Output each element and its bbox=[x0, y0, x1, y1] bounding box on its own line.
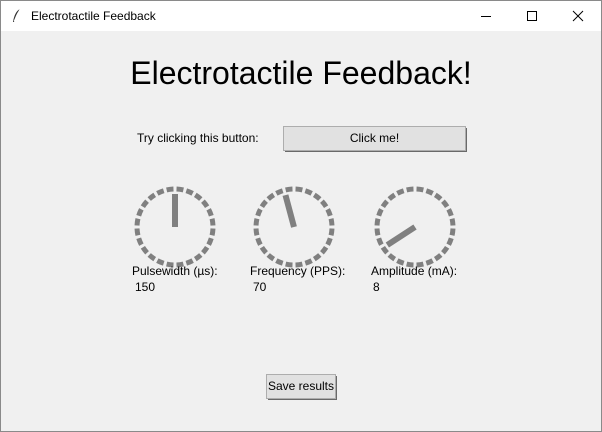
dial-ring-segment bbox=[134, 218, 141, 226]
title-bar[interactable]: Electrotactile Feedback bbox=[1, 1, 601, 32]
dial-ring-segment bbox=[449, 218, 456, 226]
close-button[interactable] bbox=[555, 1, 601, 31]
amplitude-value: 8 bbox=[373, 280, 380, 294]
dial-ring-segment bbox=[185, 258, 194, 266]
dial-ring-segment bbox=[416, 186, 424, 193]
dial-ring-segment bbox=[134, 228, 141, 236]
dial-ring-segment bbox=[176, 186, 184, 193]
dial-ring-segment bbox=[253, 218, 260, 226]
dial-ring-segment bbox=[156, 188, 165, 196]
dial-ring-segment bbox=[374, 228, 381, 236]
dial-ring-segment bbox=[140, 245, 149, 255]
dial-ring-segment bbox=[140, 199, 149, 209]
dial-ring-segment bbox=[156, 258, 165, 266]
dial-ring-segment bbox=[441, 199, 450, 209]
dial-ring-segment bbox=[446, 237, 454, 246]
dial-ring-segment bbox=[147, 192, 157, 201]
dial-ring-segment bbox=[396, 258, 405, 266]
dial-needle[interactable] bbox=[385, 224, 417, 248]
close-icon bbox=[572, 10, 584, 22]
dial-ring-segment bbox=[253, 228, 260, 236]
frequency-label: Frequency (PPS): bbox=[250, 264, 346, 278]
amplitude-dial[interactable] bbox=[371, 183, 459, 271]
dial-ring-segment bbox=[387, 192, 397, 201]
dial-ring-segment bbox=[266, 253, 276, 262]
click-me-button[interactable]: Click me! bbox=[283, 126, 467, 152]
dial-ring-segment bbox=[425, 188, 434, 196]
dial-ring-segment bbox=[201, 245, 210, 255]
dial-ring-segment bbox=[376, 208, 384, 217]
feather-icon bbox=[9, 8, 25, 24]
dial-ring-segment bbox=[285, 186, 293, 193]
dial-ring-segment bbox=[206, 208, 214, 217]
dial-ring-segment bbox=[374, 218, 381, 226]
dial-ring-segment bbox=[312, 253, 322, 262]
window-title: Electrotactile Feedback bbox=[31, 9, 156, 23]
dial-ring-segment bbox=[166, 186, 174, 193]
dial-ring-segment bbox=[433, 253, 443, 262]
dial-ring-segment bbox=[206, 237, 214, 246]
dial-ring-segment bbox=[441, 245, 450, 255]
dial-ring-segment bbox=[255, 208, 263, 217]
amplitude-label: Amplitude (mA): bbox=[371, 264, 458, 278]
dial-ring-segment bbox=[201, 199, 210, 209]
dial-ring-segment bbox=[312, 192, 322, 201]
dial-needle[interactable] bbox=[282, 194, 297, 228]
dial-ring-segment bbox=[328, 218, 335, 226]
dial-ring-segment bbox=[275, 188, 284, 196]
save-results-button[interactable]: Save results bbox=[266, 374, 337, 400]
dial-ring-segment bbox=[376, 237, 384, 246]
page-heading: Electrotactile Feedback! bbox=[130, 55, 472, 91]
dial-ring-segment bbox=[304, 258, 313, 266]
dial-ring-segment bbox=[136, 237, 144, 246]
minimize-icon bbox=[481, 16, 491, 17]
dial-ring-segment bbox=[320, 199, 329, 209]
app-window: Electrotactile Feedback Electrotactile F… bbox=[0, 0, 602, 432]
dial-ring-segment bbox=[136, 208, 144, 217]
pulsewidth-dial[interactable] bbox=[131, 183, 219, 271]
dial-ring-segment bbox=[209, 218, 216, 226]
dial-ring-segment bbox=[255, 237, 263, 246]
dial-ring-segment bbox=[259, 199, 268, 209]
pulsewidth-label: Pulsewidth (µs): bbox=[132, 264, 218, 278]
pulsewidth-value: 150 bbox=[135, 280, 156, 294]
dial-ring-segment bbox=[147, 253, 157, 262]
dial-ring-segment bbox=[433, 192, 443, 201]
prompt-label: Try clicking this button: bbox=[137, 131, 259, 145]
dial-ring-segment bbox=[380, 245, 389, 255]
dial-ring-segment bbox=[185, 188, 194, 196]
dial-ring-segment bbox=[259, 245, 268, 255]
frequency-value: 70 bbox=[253, 280, 267, 294]
dial-ring-segment bbox=[446, 208, 454, 217]
dial-ring-segment bbox=[328, 228, 335, 236]
maximize-button[interactable] bbox=[509, 1, 555, 31]
dial-ring-segment bbox=[380, 199, 389, 209]
dial-ring-segment bbox=[295, 186, 303, 193]
dial-ring-segment bbox=[193, 253, 203, 262]
frequency-dial[interactable] bbox=[250, 183, 338, 271]
dial-ring-segment bbox=[406, 186, 414, 193]
dial-ring-segment bbox=[325, 237, 333, 246]
dial-ring-segment bbox=[266, 192, 276, 201]
dial-ring-segment bbox=[320, 245, 329, 255]
dial-ring-segment bbox=[325, 208, 333, 217]
dial-ring-segment bbox=[304, 188, 313, 196]
dial-ring-segment bbox=[449, 228, 456, 236]
minimize-button[interactable] bbox=[463, 1, 509, 31]
dial-ring-segment bbox=[425, 258, 434, 266]
maximize-icon bbox=[527, 11, 537, 21]
dial-ring-segment bbox=[387, 253, 397, 262]
dial-ring-segment bbox=[209, 228, 216, 236]
dial-ring-segment bbox=[396, 188, 405, 196]
dial-ring-segment bbox=[275, 258, 284, 266]
dial-ring-segment bbox=[193, 192, 203, 201]
